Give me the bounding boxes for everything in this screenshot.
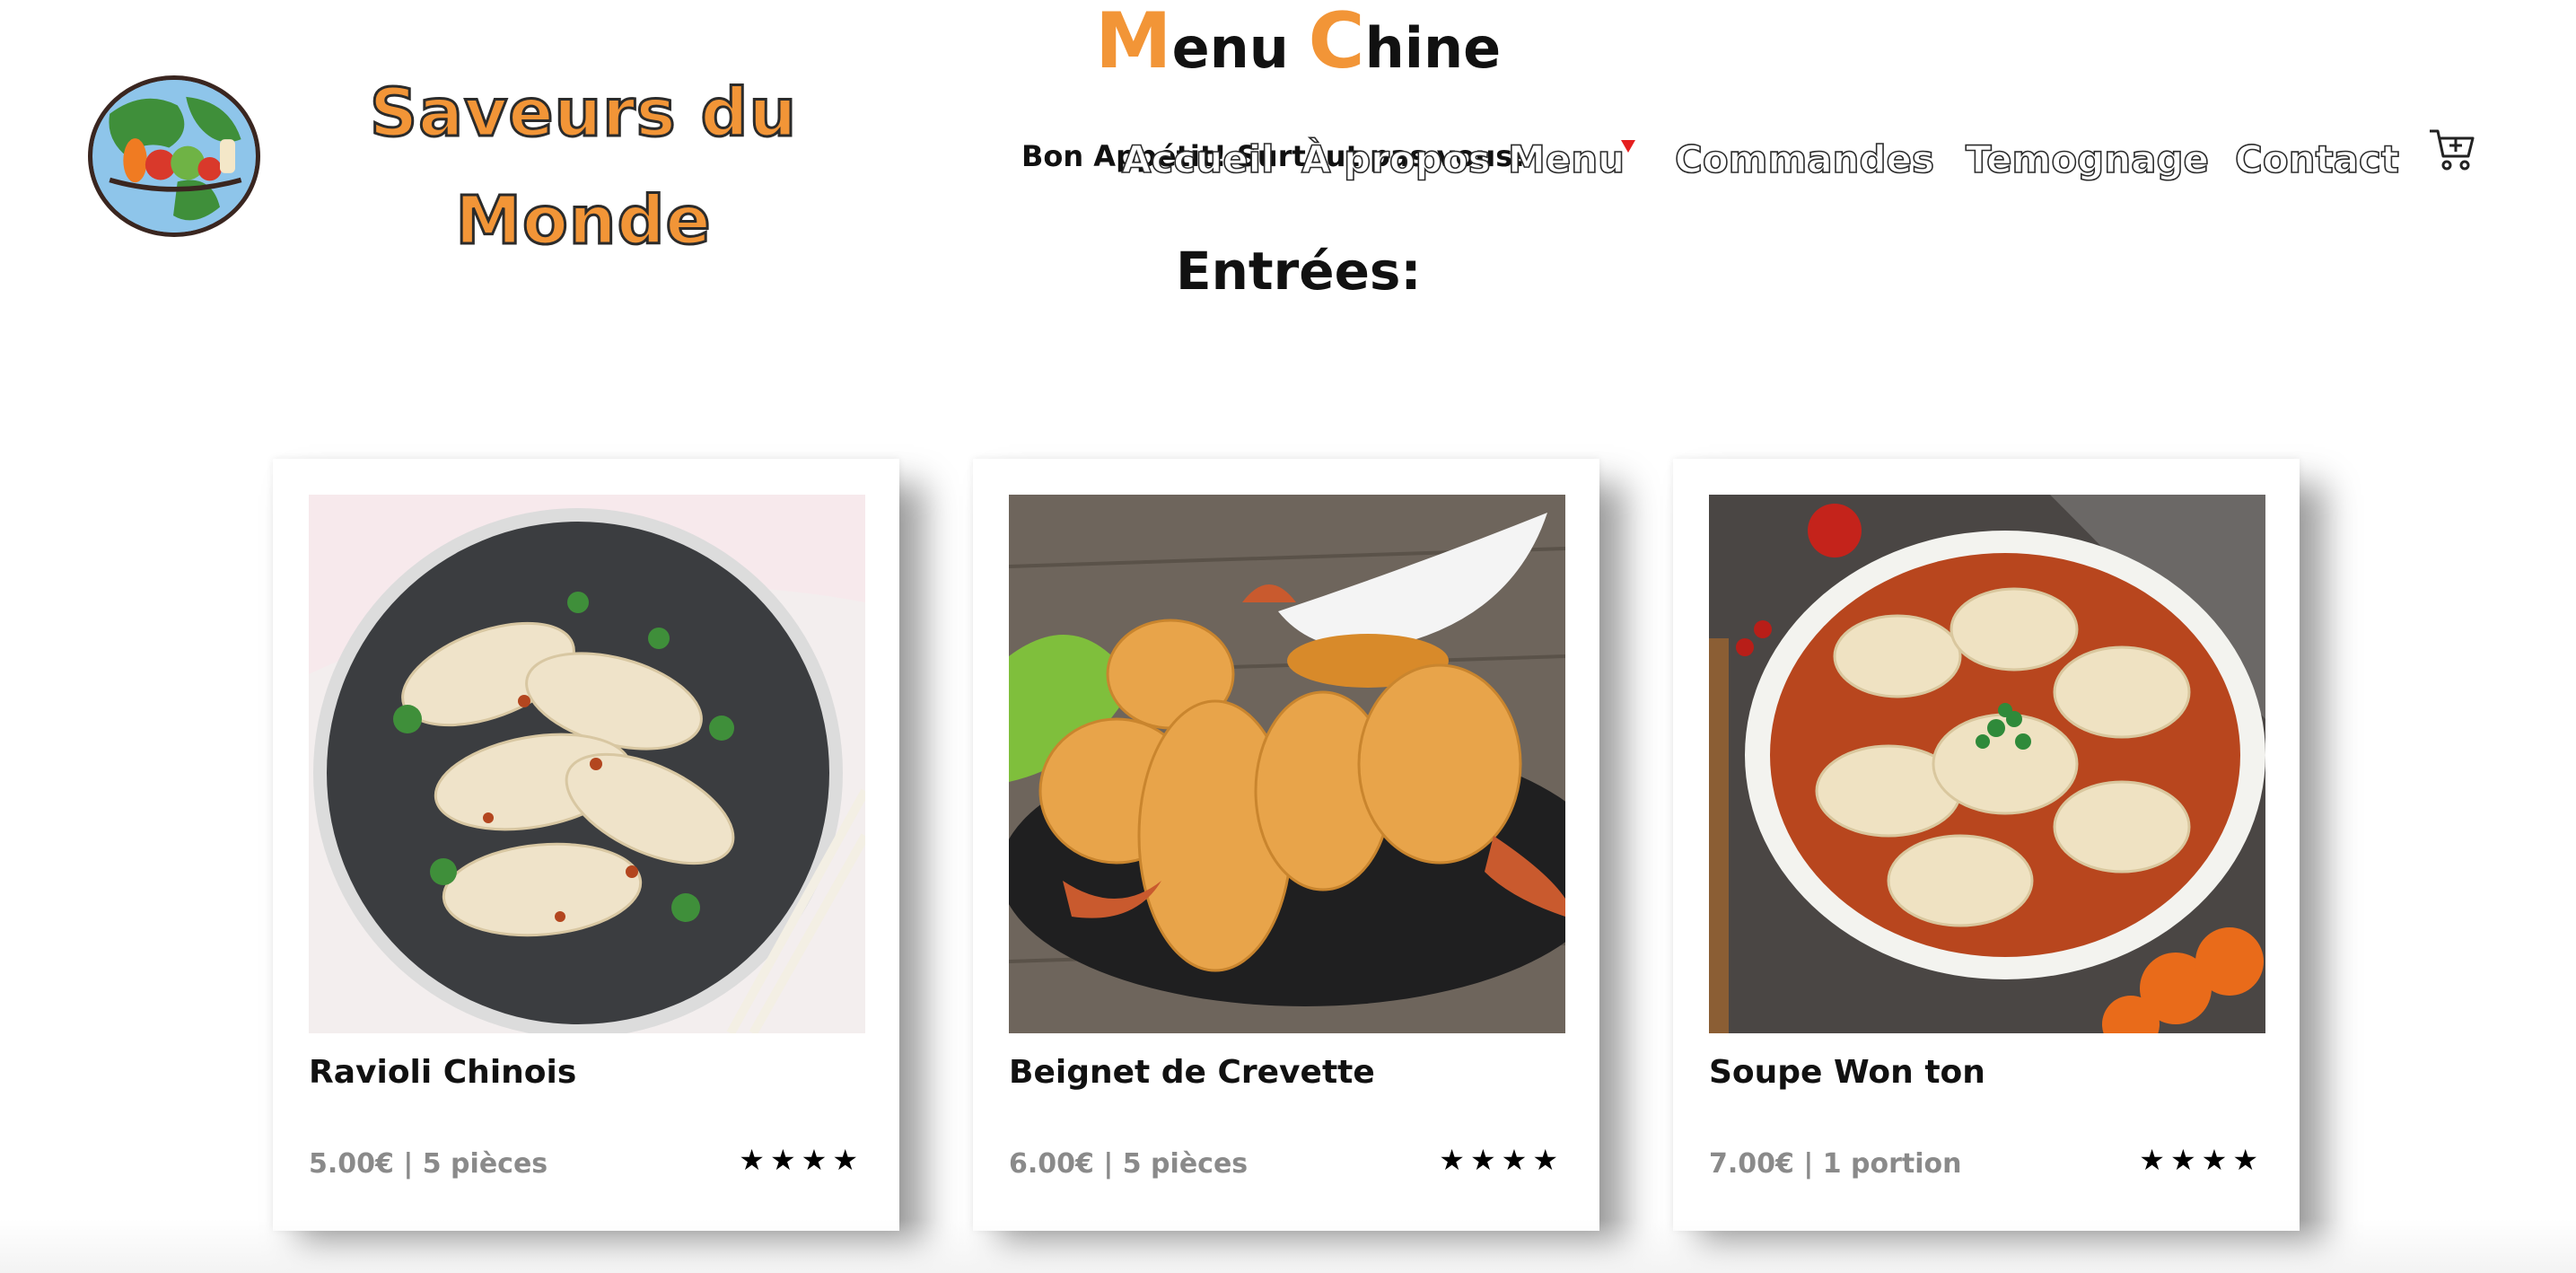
nav-contact[interactable]: Contact bbox=[2234, 133, 2400, 187]
title-rest-c: hine bbox=[1364, 15, 1502, 81]
dish-name: Beignet de Crevette bbox=[1009, 1054, 1375, 1091]
title-cap-m: M bbox=[1095, 0, 1172, 86]
dish-image-wonton-soup bbox=[1709, 495, 2265, 1033]
title-rest-m: enu bbox=[1171, 15, 1309, 81]
dish-image-ravioli bbox=[309, 495, 865, 1033]
brand-name: Saveurs du Monde bbox=[323, 59, 844, 275]
dish-price-portion: 7.00€ | 1 portion bbox=[1709, 1148, 1962, 1180]
menu-dropdown-caret-icon[interactable] bbox=[1621, 140, 1635, 153]
brand-line-2: Monde bbox=[454, 181, 712, 261]
title-cap-c: C bbox=[1308, 0, 1365, 86]
logo[interactable] bbox=[88, 75, 260, 237]
bottom-fade bbox=[0, 1219, 2576, 1273]
dish-name: Soupe Won ton bbox=[1709, 1054, 1985, 1091]
menu-card[interactable]: Beignet de Crevette 6.00€ | 5 pièces ★★★… bbox=[973, 459, 1599, 1231]
dish-price-portion: 5.00€ | 5 pièces bbox=[309, 1148, 548, 1180]
nav-accueil[interactable]: Accueil bbox=[1121, 133, 1275, 187]
globe-vegetables-icon bbox=[92, 80, 256, 233]
dish-price-portion: 6.00€ | 5 pièces bbox=[1009, 1148, 1249, 1180]
nav-temoignage[interactable]: Temognage bbox=[1965, 133, 2210, 187]
nav-menu[interactable]: Menu bbox=[1507, 133, 1625, 187]
rating-stars-icon: ★★★★ bbox=[739, 1143, 863, 1177]
menu-card[interactable]: Soupe Won ton 7.00€ | 1 portion ★★★★ bbox=[1673, 459, 2300, 1231]
section-title: Entrées: bbox=[1176, 241, 1422, 302]
nav-commandes[interactable]: Commandes bbox=[1674, 133, 1935, 187]
menu-card[interactable]: Ravioli Chinois 5.00€ | 5 pièces ★★★★ bbox=[273, 459, 899, 1231]
nav-apropos[interactable]: À propos bbox=[1301, 133, 1491, 187]
page-title: Menu Chine bbox=[1095, 3, 1502, 84]
rating-stars-icon: ★★★★ bbox=[2139, 1143, 2264, 1177]
brand-line-1: Saveurs du bbox=[368, 74, 798, 154]
dish-image-shrimp bbox=[1009, 495, 1565, 1033]
rating-stars-icon: ★★★★ bbox=[1439, 1143, 1564, 1177]
dish-name: Ravioli Chinois bbox=[309, 1054, 577, 1091]
cart-icon[interactable] bbox=[2427, 126, 2475, 174]
